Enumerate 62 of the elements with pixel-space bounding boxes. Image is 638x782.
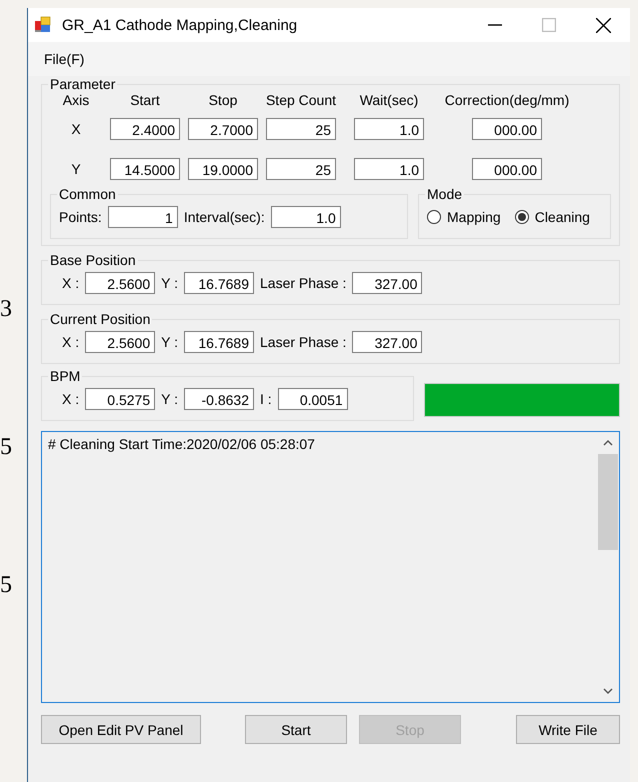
input-field[interactable]: 000.00 [472, 118, 542, 140]
field-label: Y : [161, 334, 178, 350]
input-field[interactable]: 1.0 [354, 158, 424, 180]
input-field[interactable]: 1 [108, 206, 178, 228]
group-title: Current Position [49, 311, 152, 327]
input-field[interactable]: 25 [266, 158, 336, 180]
field-label: Y : [161, 275, 178, 291]
input-field[interactable]: 1.0 [354, 118, 424, 140]
input-field[interactable]: 2.5600 [85, 272, 156, 294]
input-field[interactable]: 327.00 [352, 331, 422, 353]
maximize-icon [542, 18, 556, 32]
input-field[interactable]: 14.5000 [110, 158, 180, 180]
field-label: X : [62, 391, 80, 407]
button[interactable]: Start [245, 715, 347, 744]
input-field[interactable]: 0.0051 [278, 388, 348, 410]
input-field[interactable]: 2.5600 [85, 331, 156, 353]
input-field[interactable]: 2.7000 [188, 118, 258, 140]
group-title: Mode [426, 186, 464, 202]
field-label: Laser Phase : [260, 334, 346, 350]
column-header: Wait(sec) [360, 92, 418, 108]
menu-item[interactable]: File(F) [44, 51, 84, 67]
background-text: 5 [0, 572, 13, 598]
field-label: X : [62, 275, 80, 291]
window-title: GR_A1 Cathode Mapping,Cleaning [62, 16, 298, 34]
column-header: Axis [62, 92, 90, 108]
axis-label: X [71, 121, 81, 137]
close-icon [596, 18, 610, 32]
column-header: Correction(deg/mm) [444, 92, 570, 108]
field-label: Y : [161, 391, 178, 407]
button[interactable]: Open Edit PV Panel [41, 715, 201, 744]
field-label: Interval(sec): [184, 209, 265, 225]
input-field[interactable]: 25 [266, 118, 336, 140]
input-field[interactable]: 2.4000 [110, 118, 180, 140]
input-field[interactable]: 327.00 [352, 272, 422, 294]
radio-button[interactable]: Mapping [427, 209, 501, 225]
field-label: Points: [59, 209, 102, 225]
log-line: # Cleaning Start Time:2020/02/06 05:28:07 [48, 436, 316, 452]
button[interactable]: Write File [516, 715, 620, 744]
input-field[interactable]: 16.7689 [184, 331, 254, 353]
column-header: Start [130, 92, 160, 108]
axis-label: Y [71, 161, 81, 177]
group-title: Common [58, 186, 117, 202]
background-text: 3 [0, 296, 13, 322]
field-label: Laser Phase : [260, 275, 346, 291]
column-header: Step Count [266, 92, 336, 108]
radio-button[interactable]: Cleaning [514, 209, 590, 225]
input-field[interactable]: 1.0 [270, 206, 341, 228]
scrollbar-thumb[interactable] [598, 454, 618, 550]
group-title: Parameter [49, 76, 116, 92]
app-icon [34, 16, 52, 34]
input-field[interactable]: 16.7689 [184, 272, 254, 294]
group-title: BPM [49, 368, 82, 384]
input-field[interactable]: 0.5275 [85, 388, 156, 410]
column-header: Stop [208, 92, 238, 108]
log-area[interactable]: # Cleaning Start Time:2020/02/06 05:28:07 [41, 431, 620, 703]
input-field[interactable]: 000.00 [472, 158, 542, 180]
field-label: I : [260, 391, 272, 407]
field-label: X : [62, 334, 80, 350]
input-field[interactable]: -0.8632 [184, 388, 254, 410]
background-text: 5 [0, 434, 13, 460]
group-title: Base Position [49, 252, 137, 268]
input-field[interactable]: 19.0000 [188, 158, 258, 180]
